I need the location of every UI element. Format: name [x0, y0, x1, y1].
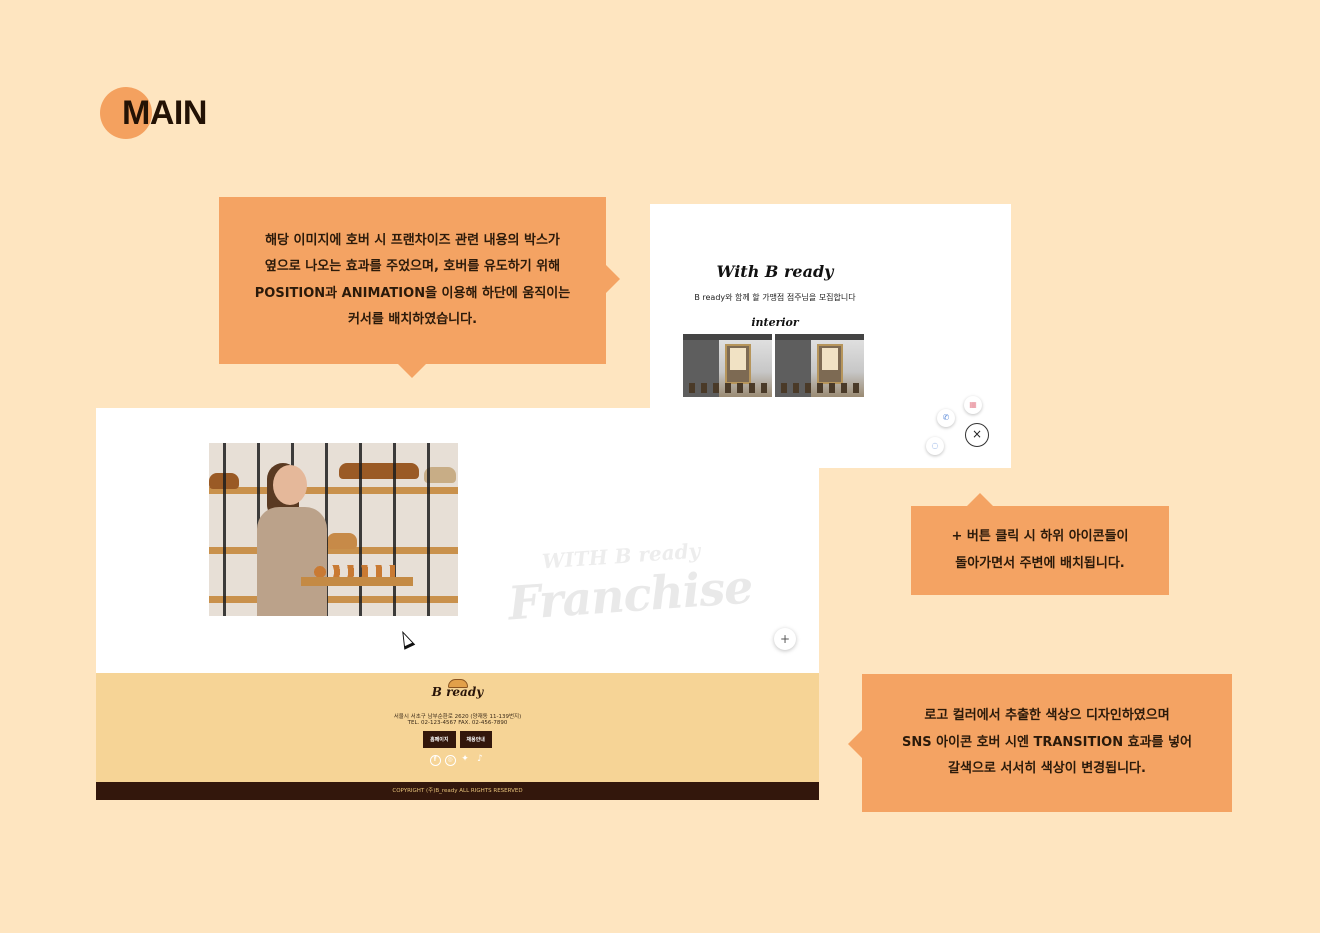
footer-contact: TEL. 02-123-4567 FAX. 02-456-7890	[407, 720, 508, 726]
footer-buttons: 홈페이지 채용안내	[96, 731, 819, 748]
footer-logo[interactable]: B ready	[96, 685, 819, 699]
callout-line: 로고 컬러에서 추출한 색상으 디자인하였으며	[924, 708, 1170, 724]
callout-line: + 버튼 클릭 시 하위 아이콘들이	[951, 529, 1129, 544]
panel-subtitle: interior	[751, 316, 799, 329]
recruit-button[interactable]: 채용안내	[459, 731, 492, 748]
instagram-icon[interactable]: ◎	[444, 755, 456, 766]
plus-button[interactable]: +	[774, 628, 796, 650]
cursor-icon	[396, 628, 416, 650]
store-icon[interactable]: ▦	[964, 396, 982, 414]
callout-pointer-right	[606, 265, 620, 293]
close-button[interactable]: ×	[965, 423, 989, 447]
interior-photo	[683, 334, 772, 397]
callout-pointer-left	[848, 730, 862, 758]
interior-photo	[775, 334, 864, 397]
main-page-mockup: WITH B ready Franchise + B ready 서울시 서초구…	[96, 408, 819, 800]
callout-line: 커서를 배치하였습니다.	[347, 312, 478, 327]
bakery-photo[interactable]	[209, 443, 458, 616]
section-heading: MAIN	[100, 86, 240, 146]
callout-line: 옆으로 나오는 효과를 주었으며, 호버를 유도하기 위해	[264, 259, 561, 274]
copyright-bar: COPYRIGHT (주)B_ready ALL RIGHTS RESERVED	[96, 782, 819, 800]
homepage-button[interactable]: 홈페이지	[423, 731, 456, 748]
facebook-icon[interactable]: f	[429, 755, 441, 766]
callout-footer-description: 로고 컬러에서 추출한 색상으 디자인하였으며 SNS 아이콘 호버 시엔 TR…	[848, 674, 1232, 812]
callout-line: SNS 아이콘 호버 시엔 TRANSITION 효과를 넣어	[902, 734, 1192, 750]
panel-description: B ready와 함께 할 가맹점 점주님을 모집합니다	[694, 293, 856, 302]
footer-address: 서울시 서초구 남부순환로 2620 (양재동 11-139번지)	[393, 714, 522, 720]
callout-line: 갈색으로 서서히 색상이 변경됩니다.	[948, 761, 1146, 777]
sns-icons: f ◎ ✦ ♪	[96, 755, 819, 766]
section-title: MAIN	[122, 94, 207, 132]
callout-pointer-down	[398, 364, 426, 378]
callout-pointer-up	[967, 493, 993, 506]
panel-title: With B ready	[716, 262, 834, 281]
site-footer: B ready 서울시 서초구 남부순환로 2620 (양재동 11-139번지…	[96, 673, 819, 782]
callout-line: POSITION과 ANIMATION을 이용해 하단에 움직이는	[254, 285, 571, 301]
chat-icon[interactable]: ◌	[926, 437, 944, 455]
tiktok-icon[interactable]: ♪	[475, 755, 486, 766]
callout-line: 해당 이미지에 호버 시 프랜차이즈 관련 내용의 박스가	[265, 232, 560, 248]
twitter-icon[interactable]: ✦	[460, 755, 471, 766]
callout-hover-description: 해당 이미지에 호버 시 프랜차이즈 관련 내용의 박스가 옆으로 나오는 효과…	[219, 197, 620, 378]
callout-plus-description: + 버튼 클릭 시 하위 아이콘들이 돌아가면서 주변에 배치됩니다.	[911, 493, 1169, 595]
phone-icon[interactable]: ✆	[937, 409, 955, 427]
callout-line: 돌아가면서 주변에 배치됩니다.	[955, 555, 1125, 571]
